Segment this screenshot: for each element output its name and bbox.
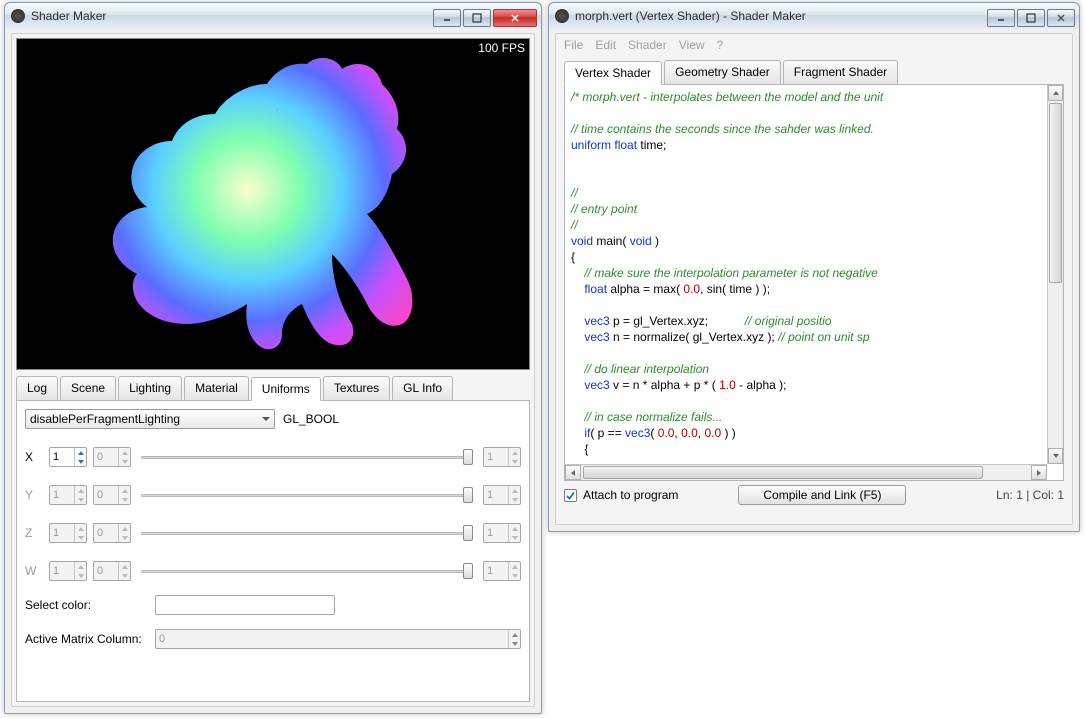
menu-?[interactable]: ? <box>717 38 724 52</box>
value-spinner[interactable]: 1 <box>483 447 521 467</box>
active-matrix-spinner[interactable]: 0 <box>155 629 521 649</box>
editor-vertical-scrollbar[interactable] <box>1047 85 1063 464</box>
menu-edit[interactable]: Edit <box>595 38 616 52</box>
value-spinner[interactable]: 1 <box>49 447 87 467</box>
value-spinner[interactable]: 0 <box>93 485 131 505</box>
value-spinner[interactable]: 0 <box>93 447 131 467</box>
uniform-select-combo[interactable]: disablePerFragmentLighting <box>25 409 275 429</box>
tab-scene[interactable]: Scene <box>60 376 116 400</box>
select-color-label: Select color: <box>25 598 155 612</box>
axis-slider <box>141 485 473 505</box>
value-spinner[interactable]: 1 <box>483 523 521 543</box>
tab-geometry-shader[interactable]: Geometry Shader <box>664 60 781 84</box>
tab-uniforms[interactable]: Uniforms <box>251 377 321 401</box>
tab-textures[interactable]: Textures <box>323 376 390 400</box>
editor-horizontal-scrollbar[interactable] <box>565 464 1047 480</box>
uniforms-panel: disablePerFragmentLighting GL_BOOL X101Y… <box>16 401 530 702</box>
minimize-button[interactable] <box>987 9 1015 27</box>
value-spinner[interactable]: 1 <box>49 561 87 581</box>
select-color-input[interactable] <box>155 595 335 615</box>
gl-viewport[interactable]: 100 FPS <box>16 38 530 370</box>
shader-editor-window: morph.vert (Vertex Shader) - Shader Make… <box>548 2 1080 532</box>
minimize-button[interactable] <box>433 9 461 27</box>
tab-fragment-shader[interactable]: Fragment Shader <box>783 60 898 84</box>
value-spinner[interactable]: 0 <box>93 523 131 543</box>
menu-view[interactable]: View <box>679 38 705 52</box>
shader-maker-main-window: Shader Maker 100 FPS <box>4 2 542 714</box>
tab-log[interactable]: Log <box>16 376 58 400</box>
axis-row-x: X101 <box>25 447 521 467</box>
scroll-up-button[interactable] <box>1048 85 1063 101</box>
menu-shader[interactable]: Shader <box>628 38 667 52</box>
value-spinner[interactable]: 1 <box>483 485 521 505</box>
attach-label: Attach to program <box>583 488 678 502</box>
main-tabs: LogSceneLightingMaterialUniformsTextures… <box>16 376 530 401</box>
tab-gl-info[interactable]: GL Info <box>392 376 453 400</box>
axis-row-w: W101 <box>25 561 521 581</box>
fps-counter: 100 FPS <box>478 41 525 55</box>
app-icon <box>11 9 25 23</box>
code-editor[interactable]: /* morph.vert - interpolates between the… <box>564 85 1064 481</box>
axis-slider <box>141 561 473 581</box>
axis-row-z: Z101 <box>25 523 521 543</box>
maximize-button[interactable] <box>1017 9 1045 27</box>
value-spinner[interactable]: 1 <box>49 485 87 505</box>
cursor-position: Ln: 1 | Col: 1 <box>996 488 1064 502</box>
app-icon <box>555 9 569 23</box>
value-spinner[interactable]: 1 <box>483 561 521 581</box>
rendered-model <box>107 49 447 359</box>
axis-label: W <box>25 564 49 578</box>
axis-row-y: Y101 <box>25 485 521 505</box>
axis-slider <box>141 523 473 543</box>
menu-bar: File Edit Shader View? <box>556 34 1072 56</box>
scroll-thumb[interactable] <box>1049 103 1062 283</box>
maximize-button[interactable] <box>463 9 491 27</box>
uniform-type-label: GL_BOOL <box>283 412 339 426</box>
window-title: Shader Maker <box>31 9 433 23</box>
axis-label: Y <box>25 488 49 502</box>
shader-tabs: Vertex ShaderGeometry ShaderFragment Sha… <box>564 60 1064 85</box>
main-content: 100 FPS LogSceneLightingMaterialU <box>11 33 535 707</box>
titlebar[interactable]: morph.vert (Vertex Shader) - Shader Make… <box>549 3 1079 29</box>
uniform-selected-value: disablePerFragmentLighting <box>30 412 180 426</box>
compile-button[interactable]: Compile and Link (F5) <box>738 485 906 505</box>
axis-label: X <box>25 450 49 464</box>
editor-content: File Edit Shader View? Vertex ShaderGeometr… <box>555 33 1073 525</box>
tab-material[interactable]: Material <box>184 376 249 400</box>
close-button[interactable] <box>1047 9 1075 27</box>
axis-slider[interactable] <box>141 447 473 467</box>
menu-file[interactable]: File <box>564 38 583 52</box>
window-title: morph.vert (Vertex Shader) - Shader Make… <box>575 9 987 23</box>
value-spinner[interactable]: 0 <box>93 561 131 581</box>
tab-lighting[interactable]: Lighting <box>118 376 182 400</box>
scroll-left-button[interactable] <box>565 465 581 480</box>
scroll-thumb[interactable] <box>583 466 983 479</box>
value-spinner[interactable]: 1 <box>49 523 87 543</box>
titlebar[interactable]: Shader Maker <box>5 3 541 29</box>
attach-checkbox[interactable] <box>564 489 577 502</box>
axis-label: Z <box>25 526 49 540</box>
scroll-right-button[interactable] <box>1031 465 1047 480</box>
scroll-down-button[interactable] <box>1048 448 1063 464</box>
tab-vertex-shader[interactable]: Vertex Shader <box>564 61 662 85</box>
active-matrix-label: Active Matrix Column: <box>25 632 155 646</box>
close-button[interactable] <box>493 9 537 27</box>
